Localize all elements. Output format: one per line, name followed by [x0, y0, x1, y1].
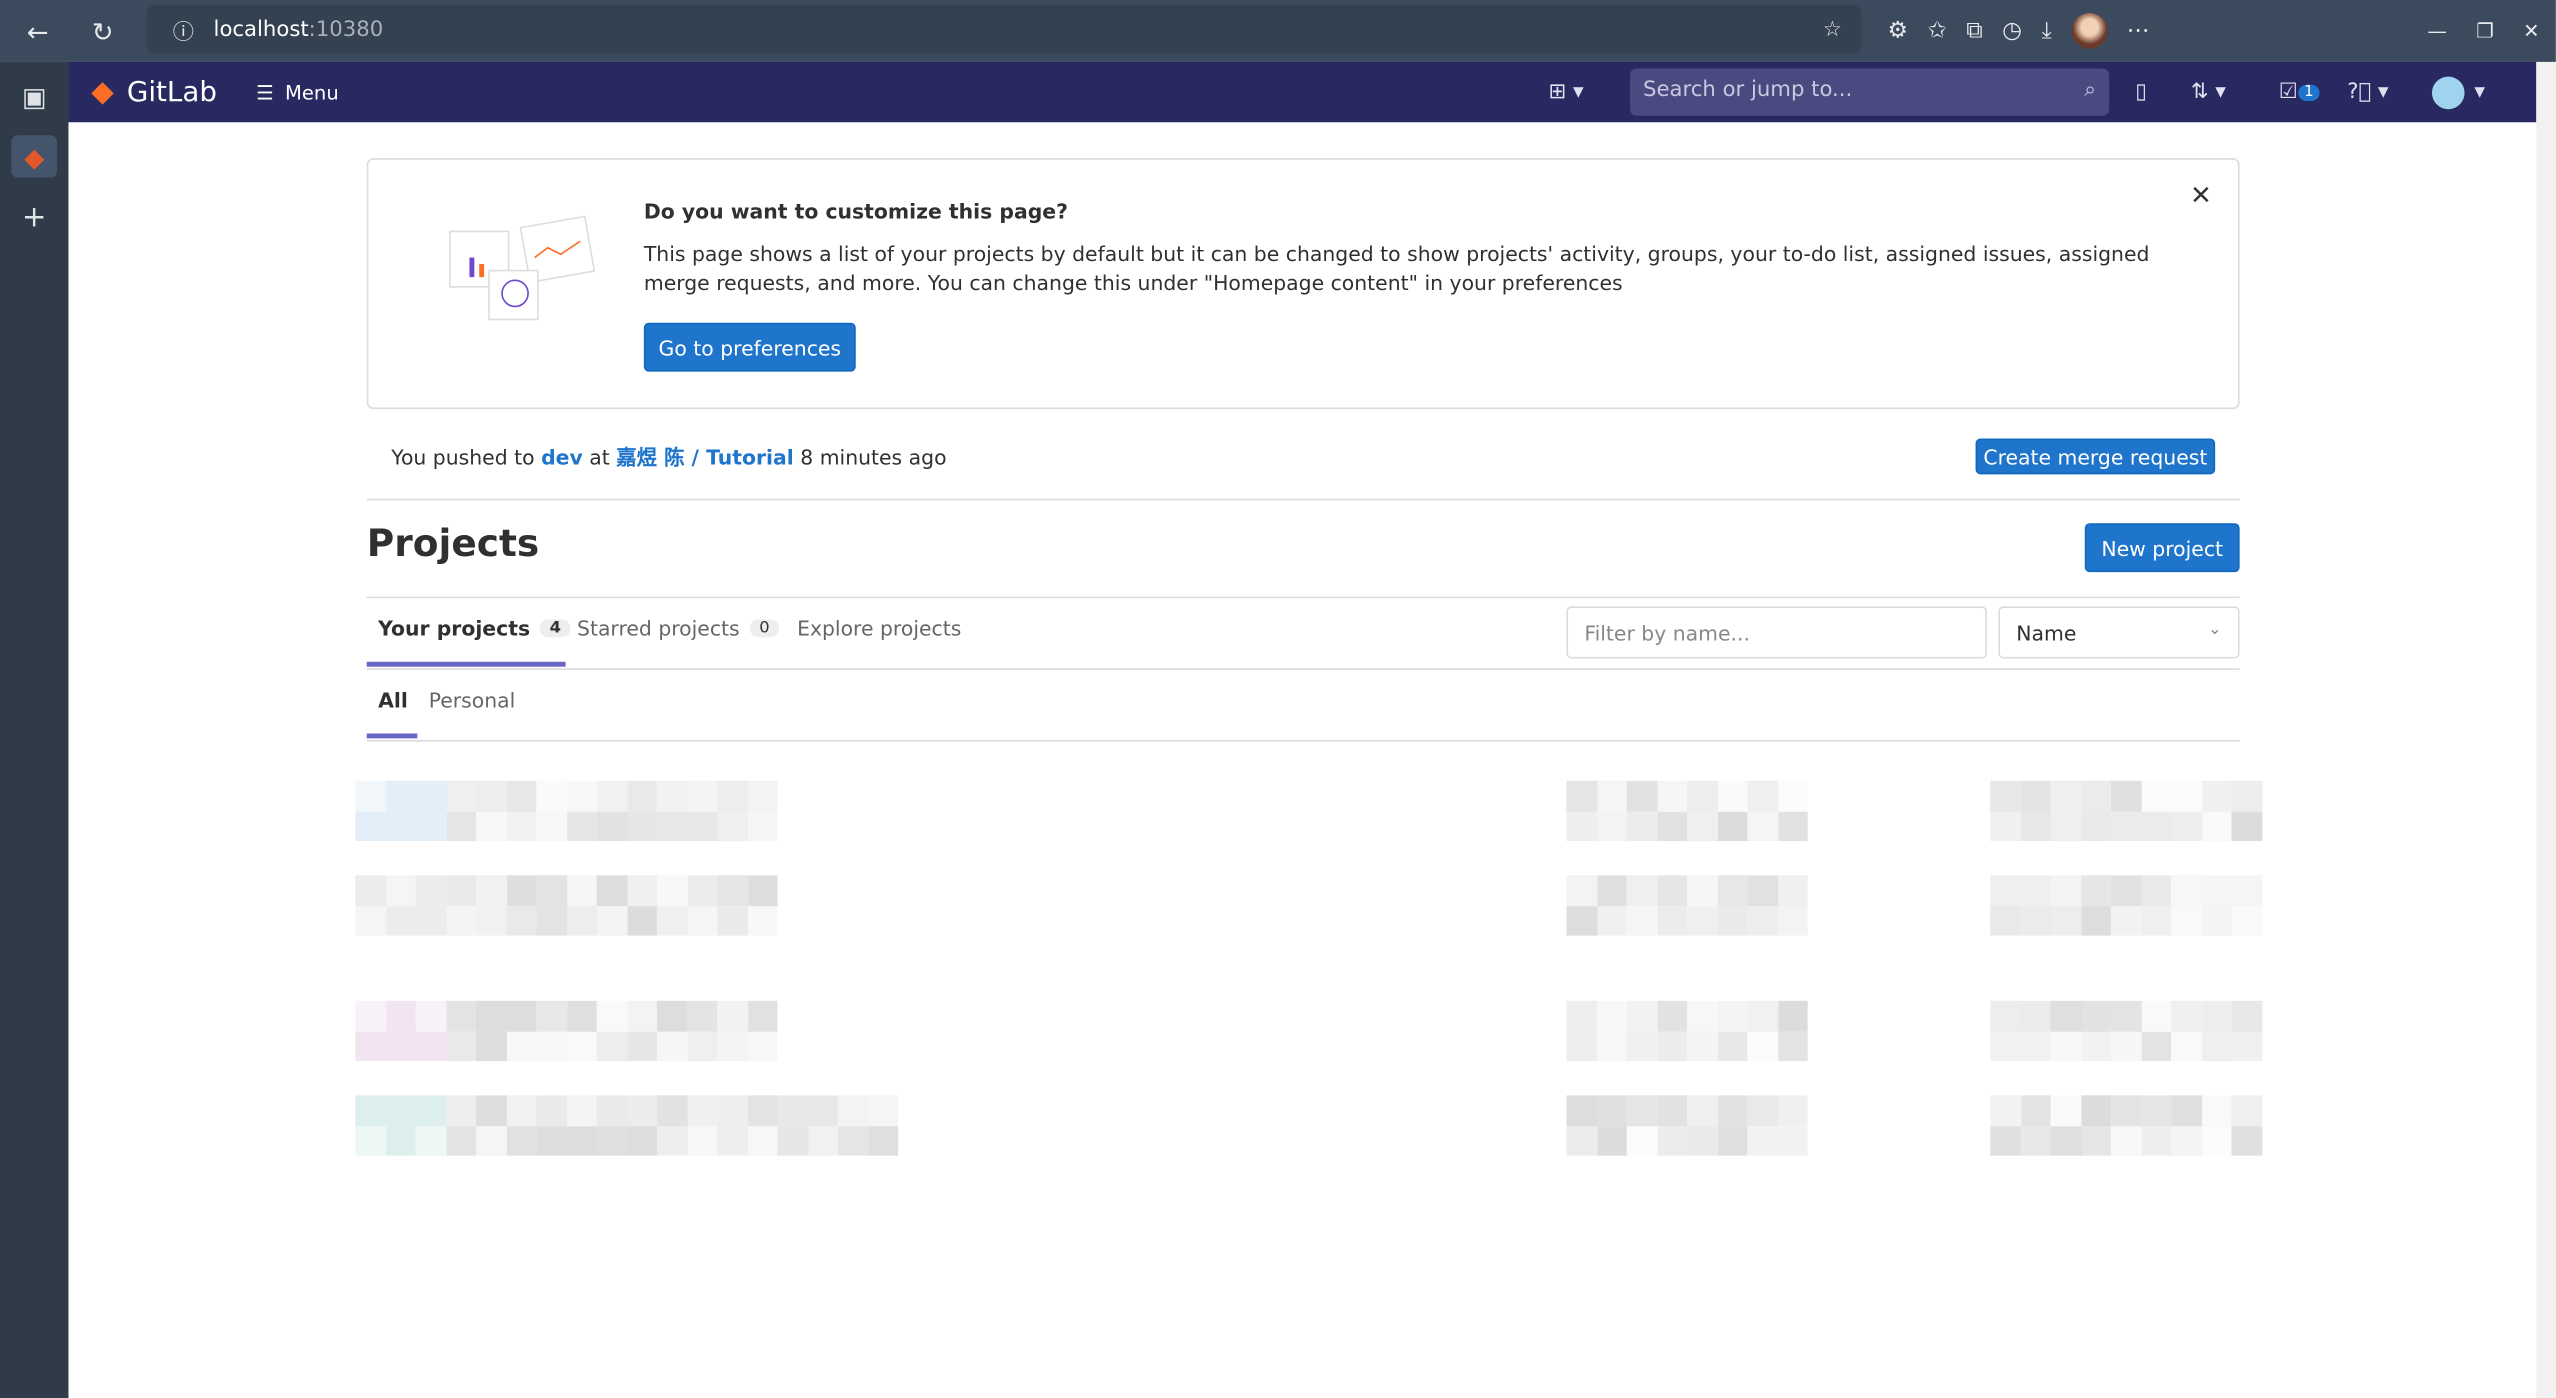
- redacted-block: [1990, 1095, 2262, 1155]
- help-dropdown[interactable]: ?⃝ ▾: [2347, 62, 2388, 122]
- redacted-block: [1990, 1001, 2262, 1061]
- redacted-block: [1990, 875, 2262, 935]
- browser-toolbar: ← ↻ ⓘ localhost:10380 ☆ ⚙ ✩ ⧉ ◷ ⤓ ⋯ — ❐ …: [0, 0, 2556, 62]
- banner-body: This page shows a list of your projects …: [644, 240, 2176, 299]
- collections-icon[interactable]: ⧉: [1966, 18, 1982, 44]
- divider: [367, 668, 2240, 670]
- redacted-block: [1566, 1001, 1809, 1061]
- hamburger-icon: ☰: [256, 81, 274, 104]
- scrollbar[interactable]: [2536, 62, 2556, 1398]
- tab-your-projects[interactable]: Your projects 4: [378, 616, 571, 640]
- close-icon[interactable]: ✕: [2190, 179, 2212, 210]
- redacted-block: [1566, 781, 1809, 841]
- merge-requests-dropdown[interactable]: ⇅ ▾: [2191, 62, 2226, 122]
- new-dropdown[interactable]: ⊞ ▾: [1549, 62, 1584, 122]
- url-port: :10380: [309, 17, 384, 41]
- divider: [367, 740, 2240, 742]
- subtab-label: Personal: [429, 688, 516, 712]
- history-icon[interactable]: ◷: [2002, 18, 2022, 44]
- browser-sidebar: ▣ ◆ +: [0, 62, 68, 1398]
- downloads-icon[interactable]: ⤓: [2042, 18, 2052, 44]
- gitlab-logo[interactable]: ◆ GitLab: [91, 75, 217, 109]
- tab-actions-icon[interactable]: ▣: [22, 82, 47, 113]
- address-bar[interactable]: ⓘ localhost:10380 ☆: [147, 5, 1862, 54]
- tab-starred-projects[interactable]: Starred projects 0: [577, 616, 779, 640]
- subtab-label: All: [378, 688, 408, 712]
- new-project-button[interactable]: New project: [2085, 523, 2240, 572]
- more-icon[interactable]: ⋯: [2127, 18, 2150, 44]
- divider: [367, 499, 2240, 501]
- user-avatar-dropdown[interactable]: ▾: [2432, 62, 2485, 122]
- redacted-block: [355, 1095, 901, 1155]
- create-merge-request-button[interactable]: Create merge request: [1976, 438, 2216, 474]
- redacted-block: [1566, 1095, 1809, 1155]
- close-window-icon[interactable]: ✕: [2523, 20, 2539, 43]
- redacted-block: [355, 1001, 779, 1061]
- filter-input[interactable]: Filter by name...: [1566, 606, 1987, 658]
- profile-avatar[interactable]: [2071, 13, 2107, 49]
- redacted-block: [355, 781, 779, 841]
- filter-placeholder: Filter by name...: [1584, 621, 1750, 645]
- tanuki-icon: ◆: [91, 75, 114, 109]
- tab-count: 0: [749, 619, 779, 637]
- tab-explore-projects[interactable]: Explore projects: [797, 616, 961, 640]
- menu-label: Menu: [285, 81, 339, 104]
- push-time: 8 minutes ago: [800, 445, 946, 469]
- push-notice: You pushed to dev at 嘉煜 陈 / Tutorial 8 m…: [391, 440, 946, 471]
- push-at: at: [589, 445, 609, 469]
- search-icon: ⌕: [2084, 78, 2096, 106]
- customize-banner: Do you want to customize this page? This…: [367, 158, 2240, 409]
- sort-dropdown[interactable]: Name ⌄: [1998, 606, 2239, 658]
- restore-icon[interactable]: ❐: [2476, 20, 2494, 43]
- minimize-icon[interactable]: —: [2427, 20, 2447, 43]
- tab-count: 4: [540, 619, 571, 637]
- new-tab-icon[interactable]: +: [22, 200, 47, 234]
- active-subtab-indicator: [367, 734, 418, 739]
- extensions-icon[interactable]: ⚙: [1888, 18, 1908, 44]
- redacted-block: [1566, 875, 1809, 935]
- tab-label: Starred projects: [577, 616, 740, 640]
- sort-value: Name: [2016, 621, 2076, 644]
- todos-button[interactable]: ☑ 1: [2279, 62, 2320, 122]
- banner-title: Do you want to customize this page?: [644, 199, 1068, 223]
- issues-icon[interactable]: ▯: [2135, 62, 2147, 122]
- branch-link[interactable]: dev: [541, 445, 583, 469]
- tab-label: Your projects: [378, 616, 530, 640]
- active-tab-indicator: [367, 662, 566, 667]
- search-placeholder: Search or jump to...: [1643, 78, 1852, 106]
- gitlab-top-nav: ◆ GitLab ☰ Menu ⊞ ▾ Search or jump to... ⌕ …: [68, 62, 2536, 122]
- info-icon[interactable]: ⓘ: [173, 14, 194, 45]
- project-link[interactable]: 嘉煜 陈 / Tutorial: [616, 445, 794, 469]
- redacted-block: [355, 875, 779, 935]
- menu-button[interactable]: ☰ Menu: [256, 81, 339, 104]
- chevron-down-icon: ⌄: [2208, 621, 2222, 644]
- gitlab-tab-icon[interactable]: ◆: [11, 135, 57, 177]
- user-avatar: [2432, 76, 2465, 109]
- back-icon[interactable]: ←: [13, 15, 62, 46]
- search-input[interactable]: Search or jump to... ⌕: [1630, 68, 2109, 115]
- brand-name: GitLab: [127, 76, 217, 109]
- push-prefix: You pushed to: [391, 445, 534, 469]
- go-to-preferences-button[interactable]: Go to preferences: [644, 323, 856, 372]
- favorites-icon[interactable]: ✩: [1928, 18, 1947, 44]
- divider: [367, 597, 2240, 599]
- url-host: localhost: [214, 17, 309, 41]
- tab-label: Explore projects: [797, 616, 961, 640]
- reload-icon[interactable]: ↻: [78, 15, 127, 46]
- redacted-block: [1990, 781, 2262, 841]
- todo-count: 1: [2298, 84, 2320, 100]
- subtab-all[interactable]: All: [378, 688, 408, 712]
- favorite-add-icon[interactable]: ☆: [1823, 17, 1842, 41]
- page-title: Projects: [367, 523, 539, 565]
- subtab-personal[interactable]: Personal: [429, 688, 516, 712]
- dashboard-illustration: [434, 199, 605, 326]
